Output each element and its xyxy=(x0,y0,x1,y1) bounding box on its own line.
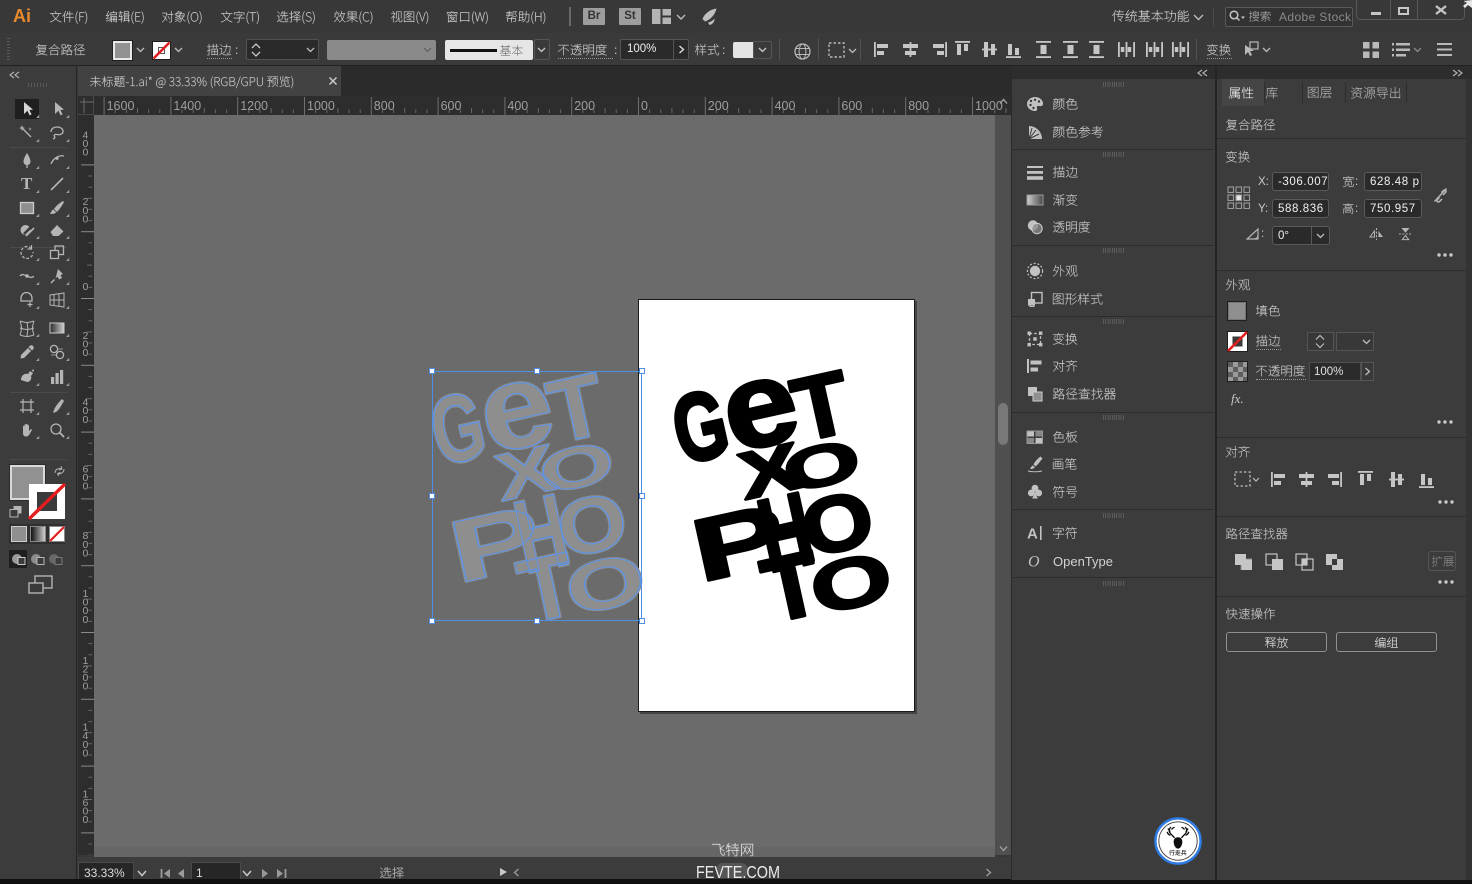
svg-text:1200: 1200 xyxy=(240,99,268,113)
svg-text:0: 0 xyxy=(83,281,89,293)
svg-text:0: 0 xyxy=(83,147,89,159)
svg-text:0: 0 xyxy=(83,681,89,693)
svg-text:0: 0 xyxy=(83,347,89,359)
svg-text:0: 0 xyxy=(83,547,89,559)
svg-text:200: 200 xyxy=(708,99,729,113)
svg-text:0: 0 xyxy=(83,747,89,759)
svg-text:0: 0 xyxy=(83,614,89,626)
svg-text:1400: 1400 xyxy=(173,99,201,113)
svg-text:0: 0 xyxy=(83,814,89,826)
svg-text:0: 0 xyxy=(83,414,89,426)
svg-text:400: 400 xyxy=(507,99,528,113)
svg-text:600: 600 xyxy=(441,99,462,113)
svg-text:0: 0 xyxy=(641,99,648,113)
svg-text:0: 0 xyxy=(83,481,89,493)
svg-text:1000: 1000 xyxy=(307,99,335,113)
svg-text:400: 400 xyxy=(775,99,796,113)
svg-text:600: 600 xyxy=(841,99,862,113)
svg-text:800: 800 xyxy=(374,99,395,113)
svg-text:1600: 1600 xyxy=(107,99,135,113)
svg-text:O: O xyxy=(1028,554,1040,571)
svg-text:800: 800 xyxy=(908,99,929,113)
svg-text:FEVTE.COM: FEVTE.COM xyxy=(696,864,780,880)
svg-text:200: 200 xyxy=(574,99,595,113)
svg-text:0: 0 xyxy=(83,213,89,225)
svg-text:A: A xyxy=(1027,526,1038,543)
